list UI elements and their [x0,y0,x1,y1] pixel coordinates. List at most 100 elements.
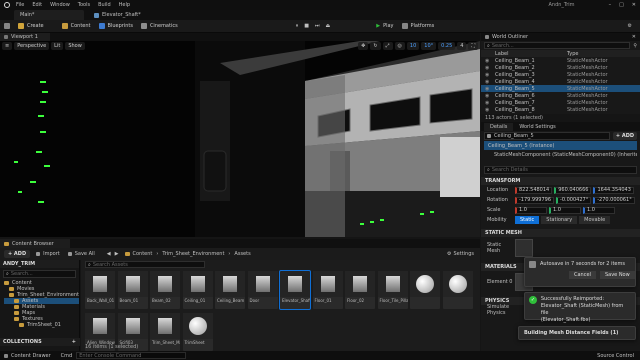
viewport-tab[interactable]: Viewport 1 [0,33,50,41]
close-icon[interactable]: ✕ [632,2,636,8]
show-button[interactable]: Show [65,42,85,50]
project-root[interactable]: ANDY_TRIM [0,260,79,268]
asset-tile[interactable]: Ceiling_01 [182,271,213,309]
visibility-eye-icon[interactable]: ◉ [485,93,495,99]
details-add-button[interactable]: + ADD [612,132,637,140]
eject-icon[interactable]: ⏏ [325,23,330,29]
asset-tile[interactable]: Floor_01 [312,271,343,309]
details-tab[interactable]: Details [484,122,514,131]
pause-icon[interactable]: ⏸ [296,23,299,29]
tab-elevator-shaft[interactable]: Elevator_Shaft* [88,10,168,20]
menu-help[interactable]: Help [119,2,130,8]
tab-level-main[interactable]: Main* [14,10,84,20]
visibility-eye-icon[interactable]: ◉ [485,100,495,106]
create-button[interactable]: Create [18,23,44,29]
world-icon[interactable]: ◎ [394,42,405,50]
outliner-row[interactable]: ◉ Ceiling_Beam_4 StaticMeshActor [481,78,640,85]
asset-tile[interactable]: Beam_01 [117,271,148,309]
camera-speed-value[interactable]: 4 [457,42,467,50]
lit-button[interactable]: Lit [51,42,64,50]
translate-icon[interactable]: ✥ [358,42,369,50]
cinematics-button[interactable]: Cinematics [140,23,178,29]
location-y[interactable]: 960.040666 [554,186,592,194]
scale-x[interactable]: 1.0 [515,206,547,214]
visibility-eye-icon[interactable]: ◉ [485,86,495,92]
asset-tile[interactable]: TrimSheet [182,313,213,351]
autosave-save-now-button[interactable]: Save Now [599,271,635,279]
source-control-button[interactable]: Source Control [597,353,634,359]
tree-search[interactable]: ⌕ Search... [3,270,76,278]
scale-snap-value[interactable]: 0.25 [438,42,456,50]
asset-tile[interactable]: Elevator_Shaft [279,270,311,310]
scale-icon[interactable]: ⤢ [382,42,393,50]
stop-icon[interactable]: ■ [304,23,309,29]
platforms-button[interactable]: Platforms [401,23,434,29]
visibility-eye-icon[interactable]: ◉ [485,65,495,71]
visibility-eye-icon[interactable]: ◉ [485,79,495,85]
component-row[interactable]: StaticMeshComponent (StaticMeshComponent… [484,150,637,159]
actor-name-field[interactable]: Ceiling_Beam_5 [484,132,610,140]
outliner-row[interactable]: ◉ Ceiling_Beam_1 StaticMeshActor [481,57,640,64]
rotation-x[interactable]: -179.999796 [515,196,555,204]
mobility-stationary[interactable]: Stationary [541,216,578,224]
maximize-icon[interactable]: □ [619,2,624,8]
autosave-cancel-button[interactable]: Cancel [569,271,596,279]
rotation-z[interactable]: -270.000061° [593,196,635,204]
menu-file[interactable]: File [16,2,24,8]
outliner-row[interactable]: ◉ Ceiling_Beam_5 StaticMeshActor [481,85,640,92]
asset-tile[interactable] [410,271,440,309]
static-mesh-thumbnail[interactable] [515,239,533,257]
menu-build[interactable]: Build [98,2,111,8]
location-x[interactable]: 822.548014 [515,186,553,194]
breadcrumb-content[interactable]: Content [133,251,153,257]
forward-icon[interactable]: ▶ [115,251,119,257]
save-icon[interactable] [4,23,10,29]
step-icon[interactable]: ⏭ [315,23,320,29]
mobility-movable[interactable]: Movable [579,216,611,224]
asset-tile[interactable]: Floor_02 [345,271,375,309]
asset-tile[interactable]: Trim_Sheet_Material [150,313,180,351]
outliner-row[interactable]: ◉ Ceiling_Beam_6 StaticMeshActor [481,92,640,99]
breadcrumb-env[interactable]: Trim_Sheet_Environment [162,251,224,257]
rotation-snap-value[interactable]: 10° [421,42,437,50]
asset-tile[interactable] [442,271,473,309]
blueprints-button[interactable]: Blueprints [98,23,133,29]
asset-tile[interactable]: Ceiling_Beam [215,271,245,309]
breadcrumb-assets[interactable]: Assets [234,251,250,257]
details-search[interactable]: ⌕ Search Details [484,166,637,174]
add-collection-icon[interactable]: + [72,339,76,345]
filter-icon[interactable]: ⚲ [633,43,637,49]
perspective-button[interactable]: Perspective [14,42,50,50]
outliner-row[interactable]: ◉ Ceiling_Beam_7 StaticMeshActor [481,99,640,106]
tree-item-trimsheet[interactable]: TrimSheet_01 [4,322,79,328]
menu-window[interactable]: Window [50,2,70,8]
menu-tools[interactable]: Tools [78,2,90,8]
asset-search[interactable]: ⌕ Search Assets [85,261,205,268]
maximize-viewport-icon[interactable]: ⛶ [468,42,478,50]
world-settings-tab[interactable]: World Settings [513,123,561,131]
outliner-search[interactable]: ⌕ Search... [484,42,631,49]
minimize-icon[interactable]: – [609,2,612,8]
menu-edit[interactable]: Edit [32,2,42,8]
cb-add-button[interactable]: + ADD [4,250,31,258]
settings-icon[interactable]: ⚙ [628,23,632,29]
col-type[interactable]: Type [567,51,578,57]
level-viewport[interactable] [0,41,480,237]
asset-tile[interactable]: Floor_Tile_Pillar [377,271,408,309]
content-browser-tab[interactable]: Content Browser [0,239,70,248]
asset-tile[interactable]: Door [247,271,278,309]
outliner-row[interactable]: ◉ Ceiling_Beam_2 StaticMeshActor [481,64,640,71]
visibility-eye-icon[interactable]: ◉ [485,72,495,78]
outliner-row[interactable]: ◉ Ceiling_Beam_3 StaticMeshActor [481,71,640,78]
outliner-row[interactable]: ◉ Ceiling_Beam_8 StaticMeshActor [481,106,640,113]
scale-y[interactable]: 1.0 [549,206,581,214]
asset-tile[interactable]: Beam_02 [150,271,180,309]
rotate-icon[interactable]: ↻ [370,42,381,50]
play-button[interactable]: ▶ Play [376,23,393,29]
outliner-close-icon[interactable]: ✕ [632,34,636,40]
mobility-static[interactable]: Static [515,216,540,224]
content-drawer-button[interactable]: Content Drawer [11,353,51,359]
back-icon[interactable]: ◀ [107,251,111,257]
transform-section[interactable]: TRANSFORM [481,177,640,185]
grid-snap-value[interactable]: 10 [406,42,420,50]
